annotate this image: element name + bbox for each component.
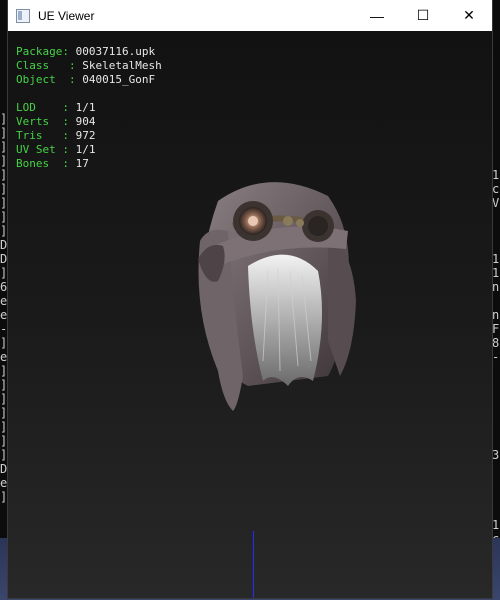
tris-value: 972 bbox=[75, 129, 96, 142]
axis-line bbox=[253, 531, 254, 598]
background-console-char bbox=[492, 490, 500, 504]
maximize-button[interactable]: ☐ bbox=[400, 0, 446, 31]
uvset-label: UV Set bbox=[16, 143, 56, 156]
mesh-info-overlay: Package: 00037116.upk Class : SkeletalMe… bbox=[16, 45, 162, 170]
background-console-char bbox=[492, 476, 500, 490]
minimize-button[interactable]: — bbox=[354, 0, 400, 31]
background-console-char bbox=[492, 294, 500, 308]
background-console-char: D bbox=[0, 238, 8, 252]
ue-viewer-window: UE Viewer — ☐ ✕ Package: 00037116.upk Cl… bbox=[8, 0, 492, 598]
object-label: Object bbox=[16, 73, 56, 86]
background-console-char bbox=[492, 140, 500, 154]
background-console-char: e bbox=[0, 350, 8, 364]
background-console-char: c bbox=[492, 182, 500, 196]
background-console-char: ] bbox=[0, 364, 8, 378]
background-console-char bbox=[492, 112, 500, 126]
background-console-char: ] bbox=[0, 112, 8, 126]
class-value: SkeletalMesh bbox=[82, 59, 162, 72]
background-console-char: ] bbox=[0, 392, 8, 406]
background-console-char: 3 bbox=[492, 448, 500, 462]
background-console-char: F bbox=[492, 322, 500, 336]
background-console-char: V bbox=[492, 196, 500, 210]
package-value: 00037116.upk bbox=[75, 45, 156, 58]
background-console-char: ] bbox=[0, 126, 8, 140]
background-console-char: ] bbox=[0, 154, 8, 168]
bones-value: 17 bbox=[75, 157, 89, 170]
background-console-char bbox=[492, 462, 500, 476]
background-console-char: ] bbox=[0, 266, 8, 280]
3d-viewport[interactable]: Package: 00037116.upk Class : SkeletalMe… bbox=[8, 31, 492, 598]
background-console-char: 6 bbox=[0, 280, 8, 294]
background-console-char: n bbox=[492, 308, 500, 322]
background-console-char: ] bbox=[0, 182, 8, 196]
background-console-char bbox=[492, 98, 500, 112]
background-console-char: D bbox=[0, 462, 8, 476]
package-label: Package bbox=[16, 45, 63, 58]
background-console-char bbox=[492, 238, 500, 252]
background-console-char: - bbox=[492, 350, 500, 364]
background-console-char bbox=[492, 392, 500, 406]
background-console-char: e bbox=[0, 308, 8, 322]
background-console-char bbox=[492, 504, 500, 518]
lod-label: LOD bbox=[16, 101, 36, 114]
background-console-char: e bbox=[0, 294, 8, 308]
background-console-char: ] bbox=[0, 336, 8, 350]
background-console-left: ]]]]]]]]] D D] 6 e e -] e]]]]]]] De] bbox=[0, 0, 8, 600]
close-button[interactable]: ✕ bbox=[446, 0, 492, 31]
background-console-char bbox=[492, 434, 500, 448]
background-console-char bbox=[492, 84, 500, 98]
background-console-char: - bbox=[0, 322, 8, 336]
background-console-char: 8 bbox=[492, 336, 500, 350]
background-console-char: ] bbox=[0, 434, 8, 448]
verts-value: 904 bbox=[75, 115, 96, 128]
skeletal-mesh-render bbox=[198, 182, 356, 411]
verts-label: Verts bbox=[16, 115, 50, 128]
uvset-value: 1/1 bbox=[75, 143, 96, 156]
title-bar[interactable]: UE Viewer — ☐ ✕ bbox=[8, 0, 492, 31]
background-console-char: 1 bbox=[492, 252, 500, 266]
background-console-char: ] bbox=[0, 168, 8, 182]
background-console-char: ] bbox=[0, 196, 8, 210]
background-console-char: 1 bbox=[492, 518, 500, 532]
background-console-char bbox=[492, 420, 500, 434]
lod-value: 1/1 bbox=[75, 101, 96, 114]
bones-label: Bones bbox=[16, 157, 50, 170]
background-console-char bbox=[492, 406, 500, 420]
background-console-char bbox=[492, 154, 500, 168]
background-console-char: ] bbox=[0, 490, 8, 504]
background-console-char: 1 bbox=[492, 168, 500, 182]
background-console-char bbox=[492, 126, 500, 140]
background-console-char: ] bbox=[0, 420, 8, 434]
background-console-char: ] bbox=[0, 140, 8, 154]
app-window-icon bbox=[16, 8, 30, 23]
background-console-char bbox=[492, 224, 500, 238]
background-console-char: ] bbox=[0, 224, 8, 238]
background-console-char bbox=[492, 364, 500, 378]
background-console-char: 1 bbox=[492, 266, 500, 280]
background-console-char: n bbox=[492, 280, 500, 294]
background-console-char: e bbox=[0, 476, 8, 490]
background-console-char: D bbox=[0, 252, 8, 266]
background-console-char bbox=[492, 70, 500, 84]
window-title: UE Viewer bbox=[38, 8, 95, 23]
background-console-char: ] bbox=[0, 210, 8, 224]
tris-label: Tris bbox=[16, 129, 43, 142]
object-value: 040015_GonF bbox=[82, 73, 156, 86]
class-label: Class bbox=[16, 59, 50, 72]
background-console-right: 1cV11nnF8-31cV bbox=[492, 0, 500, 600]
background-console-char bbox=[492, 378, 500, 392]
background-console-char: ] bbox=[0, 406, 8, 420]
background-console-char bbox=[492, 210, 500, 224]
background-console-char: ] bbox=[0, 448, 8, 462]
background-console-char: ] bbox=[0, 378, 8, 392]
